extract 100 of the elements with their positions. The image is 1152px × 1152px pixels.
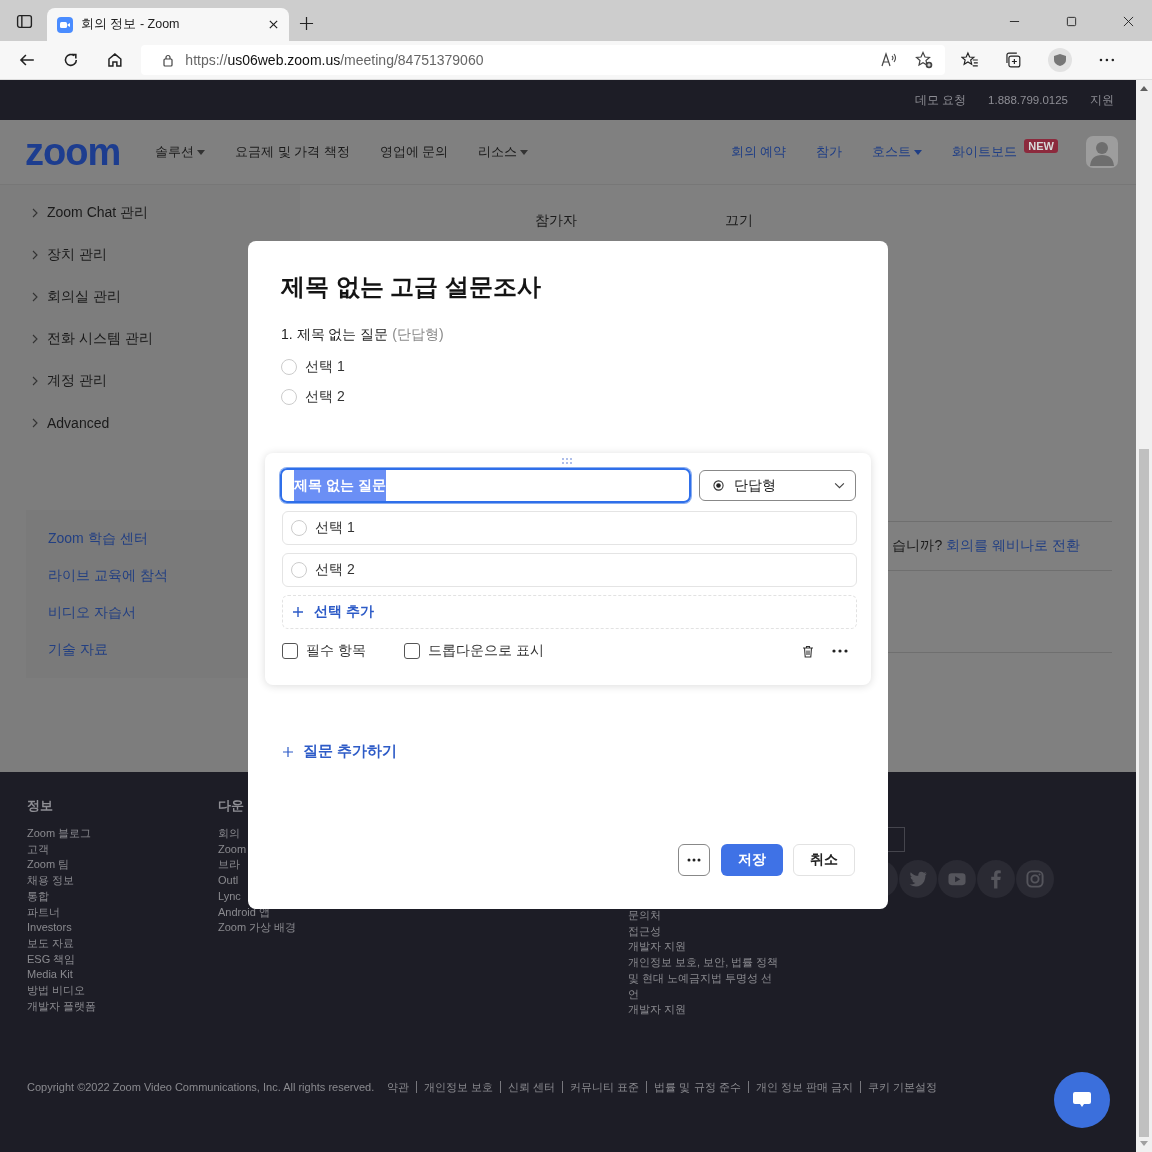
- radio-button[interactable]: [281, 389, 297, 405]
- chevron-right-icon: [32, 418, 38, 428]
- top-bar-link[interactable]: 1.888.799.0125: [988, 94, 1068, 106]
- new-badge: NEW: [1024, 139, 1058, 153]
- copyright-text: Copyright ©2022 Zoom Video Communications, Inc. All rights reserved.: [27, 1081, 375, 1093]
- collections-icon[interactable]: [1004, 51, 1023, 69]
- chevron-right-icon: [32, 376, 38, 386]
- caret-icon: [914, 149, 923, 155]
- footer-link[interactable]: 문의처: [628, 908, 780, 924]
- sidebar-item[interactable]: Zoom Chat 관리: [0, 192, 300, 234]
- question-title: 1. 제목 없는 질문: [281, 326, 389, 344]
- save-button[interactable]: 저장: [721, 844, 783, 876]
- footer-link[interactable]: 접근성: [628, 923, 780, 940]
- footer-link[interactable]: ESG 책임: [27, 951, 218, 968]
- sidebar-item[interactable]: 계정 관리: [0, 360, 300, 402]
- delete-icon[interactable]: [802, 644, 814, 658]
- footer-link[interactable]: Zoom 팀: [27, 857, 218, 874]
- plus-icon: [283, 746, 293, 757]
- browser-tab[interactable]: 회의 정보 - Zoom: [47, 8, 289, 41]
- choice-input[interactable]: 선택 1: [282, 511, 857, 545]
- close-icon[interactable]: [1123, 16, 1134, 27]
- footer-heading: 정보: [27, 798, 54, 815]
- legal-link[interactable]: 커뮤니티 표준: [562, 1081, 647, 1093]
- radio-button[interactable]: [281, 359, 297, 375]
- footer-link[interactable]: 보도 자료: [27, 935, 218, 952]
- question-type: (단답형): [392, 326, 444, 344]
- question-input[interactable]: 제목 없는 질문: [280, 468, 691, 503]
- checkbox-label[interactable]: 필수 항목: [306, 642, 366, 660]
- scroll-up-icon[interactable]: [1140, 86, 1148, 91]
- maximize-icon[interactable]: [1066, 16, 1077, 27]
- star-plus-icon[interactable]: [914, 51, 933, 69]
- caret-icon: [197, 149, 206, 155]
- chevron-right-icon: [32, 208, 38, 218]
- top-bar-link[interactable]: 데모 요청: [914, 92, 967, 108]
- footer-link[interactable]: Android 앱: [218, 904, 628, 921]
- legal-link[interactable]: 신뢰 센터: [500, 1081, 563, 1093]
- footer-link[interactable]: 개발자 지원: [628, 939, 780, 956]
- table-cell: 끄기: [725, 212, 753, 230]
- chat-bubble-icon: [1072, 1091, 1092, 1109]
- choice-label: 선택 2: [305, 388, 345, 406]
- nav-link[interactable]: 영업에 문의: [379, 143, 449, 161]
- footer-link[interactable]: 방법 비디오: [27, 983, 218, 999]
- nav-link[interactable]: 요금제 및 가격 책정: [235, 143, 350, 161]
- lock-icon: [161, 53, 176, 67]
- legal-link[interactable]: 법률 및 규정 준수: [646, 1081, 748, 1093]
- chevron-right-icon: [32, 292, 38, 302]
- close-icon[interactable]: [268, 19, 279, 30]
- footer-link[interactable]: 채용 정보: [27, 873, 218, 889]
- favorites-icon[interactable]: [960, 51, 979, 69]
- choice-input[interactable]: 선택 2: [282, 553, 857, 587]
- cancel-button[interactable]: 취소: [793, 844, 855, 876]
- radio-icon: [712, 480, 724, 491]
- scrollbar[interactable]: [1136, 80, 1152, 1152]
- checkbox[interactable]: [403, 643, 420, 659]
- more-button[interactable]: [678, 844, 710, 876]
- footer-link[interactable]: 통합: [27, 888, 218, 905]
- caret-icon: [520, 149, 529, 155]
- checkbox[interactable]: [282, 643, 298, 659]
- chevron-right-icon: [32, 250, 38, 260]
- home-icon[interactable]: [105, 51, 124, 69]
- legal-link[interactable]: 약관: [380, 1081, 417, 1093]
- legal-link[interactable]: 개인 정보 판매 금지: [747, 1081, 860, 1093]
- chat-button[interactable]: [1054, 1072, 1110, 1128]
- nav-link[interactable]: 솔루션: [155, 143, 206, 161]
- chevron-down-icon: [834, 482, 845, 489]
- sidebar-item[interactable]: Advanced: [0, 402, 300, 444]
- footer-link[interactable]: Media Kit: [27, 967, 218, 984]
- footer-link[interactable]: 개발자 플랫폼: [27, 998, 218, 1015]
- camera-icon: [57, 16, 73, 33]
- footer-link[interactable]: Zoom 가상 배경: [218, 920, 628, 936]
- legal-link[interactable]: 개인정보 보호: [416, 1081, 501, 1093]
- notice-text: 습니까?: [892, 537, 943, 555]
- more-icon: [687, 858, 701, 862]
- chevron-right-icon: [32, 334, 38, 344]
- drag-handle-icon[interactable]: [562, 458, 572, 464]
- legal-link[interactable]: 쿠키 기본설정: [859, 1081, 944, 1093]
- address-field[interactable]: https://us06web.zoom.us/meeting/84751379060: [141, 45, 945, 75]
- add-question-button[interactable]: 질문 추가하기: [281, 742, 398, 761]
- top-bar-link[interactable]: 지원: [1090, 92, 1114, 108]
- table-cell-text: 참가자: [535, 212, 578, 230]
- footer-link[interactable]: 파트너: [27, 904, 218, 921]
- nav-link[interactable]: 회의 예약: [730, 143, 787, 161]
- footer-heading: 다운: [218, 798, 245, 815]
- question-type-dropdown[interactable]: 단답형: [698, 470, 856, 501]
- nav-link[interactable]: 호스트: [872, 143, 923, 161]
- footer-link[interactable]: Zoom 블로그: [27, 826, 218, 842]
- footer-link[interactable]: 고객: [27, 841, 218, 858]
- more-icon[interactable]: [832, 649, 848, 653]
- checkbox-label[interactable]: 드롭다운으로 표시: [427, 642, 544, 660]
- footer-link[interactable]: 개발자 지원: [628, 1002, 780, 1018]
- tab-actions-icon[interactable]: [16, 13, 33, 30]
- footer-link[interactable]: 개인정보 보호, 보안, 법률 정책 및 현대 노예금지법 투명성 선언: [628, 955, 780, 1003]
- read-aloud-icon[interactable]: [879, 51, 898, 69]
- footer-link[interactable]: Investors: [27, 920, 218, 936]
- nav-link[interactable]: 참가: [816, 143, 843, 161]
- new-tab-icon[interactable]: [299, 16, 314, 31]
- plus-icon: [293, 607, 303, 617]
- add-choice-button[interactable]: 선택 추가: [282, 595, 857, 629]
- shield-icon[interactable]: [1048, 48, 1073, 72]
- nav-link[interactable]: 리소스: [478, 143, 529, 161]
